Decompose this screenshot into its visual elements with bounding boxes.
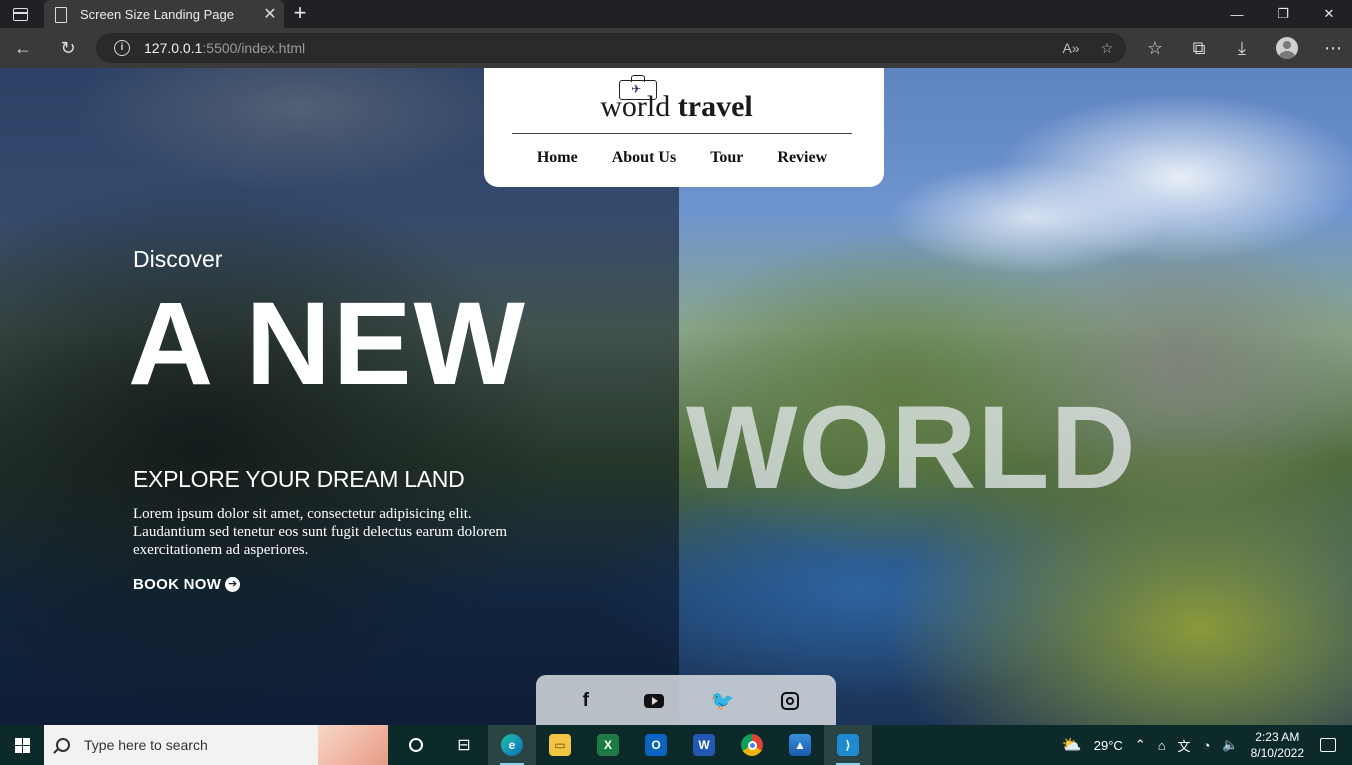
more-menu-icon[interactable]: ⋯	[1320, 36, 1346, 60]
add-favorite-icon[interactable]: ☆	[1096, 37, 1118, 59]
browser-toolbar: ← ↻ i 127.0.0.1 :5500/index.html A» ☆ ☆ …	[0, 28, 1352, 68]
vscode-icon[interactable]: ⟩	[824, 725, 872, 765]
url-host: 127.0.0.1	[144, 40, 203, 56]
nav-item-about-us[interactable]: About Us	[612, 149, 676, 167]
address-bar[interactable]: i 127.0.0.1 :5500/index.html A» ☆	[96, 33, 1126, 63]
taskbar-search-placeholder: Type here to search	[84, 737, 208, 753]
facebook-icon[interactable]: f	[573, 688, 599, 714]
social-links-bar: f 🐦	[536, 675, 836, 725]
edge-browser-icon[interactable]: e	[488, 725, 536, 765]
page-favicon-icon	[54, 7, 67, 23]
outlook-icon[interactable]: O	[632, 725, 680, 765]
brand-logo[interactable]: world travel	[484, 90, 869, 124]
widgets-icon[interactable]: ⊟	[440, 725, 488, 765]
url-path: :5500/index.html	[202, 40, 306, 56]
chrome-icon[interactable]	[728, 725, 776, 765]
file-explorer-icon[interactable]: ▭	[536, 725, 584, 765]
arrow-circle-right-icon: ➔	[225, 577, 241, 592]
book-now-button[interactable]: BOOK NOW ➔	[133, 576, 241, 593]
book-now-label: BOOK NOW	[133, 576, 222, 593]
hero-body-text: Lorem ipsum dolor sit amet, consectetur …	[133, 506, 508, 558]
task-view-icon[interactable]	[392, 725, 440, 765]
browser-tab[interactable]: Screen Size Landing Page ✕	[44, 0, 284, 28]
hero-headline-left: A NEW	[128, 278, 527, 410]
photos-icon[interactable]: ▲	[776, 725, 824, 765]
clock-time: 2:23 AM	[1255, 730, 1300, 744]
tab-close-icon[interactable]: ✕	[256, 4, 284, 24]
site-info-icon[interactable]: i	[114, 40, 130, 56]
taskbar-search-box[interactable]: Type here to search	[44, 725, 388, 765]
refresh-icon[interactable]: ↻	[55, 36, 81, 60]
search-highlight-image	[318, 725, 388, 765]
search-icon	[56, 738, 70, 752]
back-arrow-icon[interactable]: ←	[10, 36, 36, 60]
twitter-icon[interactable]: 🐦	[710, 688, 736, 714]
tab-title: Screen Size Landing Page	[80, 6, 234, 22]
minimize-button[interactable]: —	[1214, 0, 1260, 28]
downloads-icon[interactable]: ⤓	[1229, 36, 1255, 60]
wifi-icon[interactable]: ◔	[1203, 738, 1211, 753]
profile-avatar[interactable]	[1276, 37, 1298, 59]
tab-actions-icon[interactable]	[10, 4, 30, 24]
windows-taskbar: Type here to search ⊟ e ▭ X O W ▲ ⟩ ⛅ 29…	[0, 725, 1352, 765]
hero-subtitle: EXPLORE YOUR DREAM LAND	[133, 466, 465, 492]
close-window-button[interactable]: ✕	[1306, 0, 1352, 28]
word-icon[interactable]: W	[680, 725, 728, 765]
collections-icon[interactable]: ⧉	[1186, 36, 1212, 60]
landing-page: ✈ world travel Home About Us Tour Review…	[0, 68, 1352, 725]
favorites-icon[interactable]: ☆	[1142, 36, 1168, 60]
clock-date: 8/10/2022	[1250, 746, 1304, 760]
windows-logo-icon	[14, 737, 30, 753]
volume-icon[interactable]: 🔈	[1222, 737, 1238, 753]
notification-center-icon[interactable]	[1320, 738, 1336, 752]
header-divider	[512, 133, 852, 134]
window-controls: — ❐ ✕	[1214, 0, 1352, 28]
restore-button[interactable]: ❐	[1260, 0, 1306, 28]
browser-tab-bar: Screen Size Landing Page ✕ + — ❐ ✕	[0, 0, 1352, 28]
brand-name-light: world	[600, 90, 671, 123]
excel-icon[interactable]: X	[584, 725, 632, 765]
new-tab-button[interactable]: +	[288, 1, 312, 25]
weather-temperature[interactable]: 29°C	[1094, 738, 1123, 753]
nav-item-review[interactable]: Review	[777, 149, 827, 167]
youtube-icon[interactable]	[644, 694, 665, 708]
instagram-icon[interactable]	[781, 692, 800, 710]
address-bar-actions: A» ☆	[1060, 37, 1118, 59]
system-tray: ⛅ 29°C ⌃ ⌂ 文 ◔ 🔈 2:23 AM 8/10/2022	[1062, 725, 1352, 765]
hero-eyebrow: Discover	[133, 246, 223, 272]
windows-start-button[interactable]	[0, 725, 44, 765]
header-card: ✈ world travel Home About Us Tour Review	[484, 68, 884, 187]
brand-name-bold: travel	[677, 90, 753, 123]
nav-item-home[interactable]: Home	[537, 149, 578, 167]
hero-headline-right: WORLD	[686, 382, 1137, 514]
taskbar-clock[interactable]: 2:23 AM 8/10/2022	[1251, 729, 1304, 761]
usb-icon[interactable]: ⌂	[1158, 738, 1166, 753]
language-icon[interactable]: 文	[1178, 736, 1191, 755]
main-nav: Home About Us Tour Review	[512, 149, 852, 167]
weather-icon[interactable]: ⛅	[1062, 735, 1082, 755]
nav-item-tour[interactable]: Tour	[710, 149, 743, 167]
taskbar-pinned-apps: ⊟ e ▭ X O W ▲ ⟩	[392, 725, 872, 765]
tray-chevron-up-icon[interactable]: ⌃	[1135, 737, 1146, 753]
read-aloud-icon[interactable]: A»	[1060, 37, 1082, 59]
